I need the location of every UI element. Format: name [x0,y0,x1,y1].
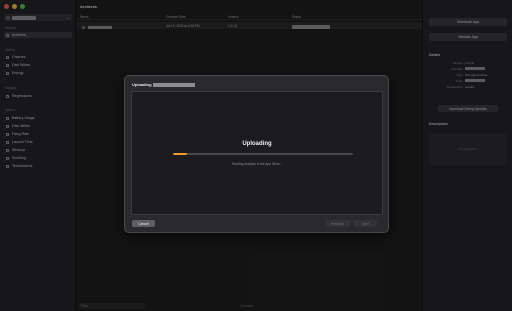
cancel-button[interactable]: Cancel [132,220,155,227]
upload-sheet: Uploading Uploading Sending analysis to … [124,75,389,233]
sheet-title: Uploading [132,82,195,87]
upload-progress-fill [173,153,188,155]
sheet-content: Uploading Sending analysis to the App St… [131,91,383,215]
next-button[interactable]: Next [354,220,377,227]
uploading-heading: Uploading [242,141,272,147]
previous-button[interactable]: Previous [325,220,350,227]
sheet-title-redacted [152,82,195,87]
upload-status-text: Sending analysis to the App Store... [231,162,283,166]
upload-progress-bar [173,153,353,155]
sheet-title-text: Uploading [132,82,152,87]
organizer-window: ⌄ Reports Archives Metrics Crashes Disk … [0,0,512,311]
